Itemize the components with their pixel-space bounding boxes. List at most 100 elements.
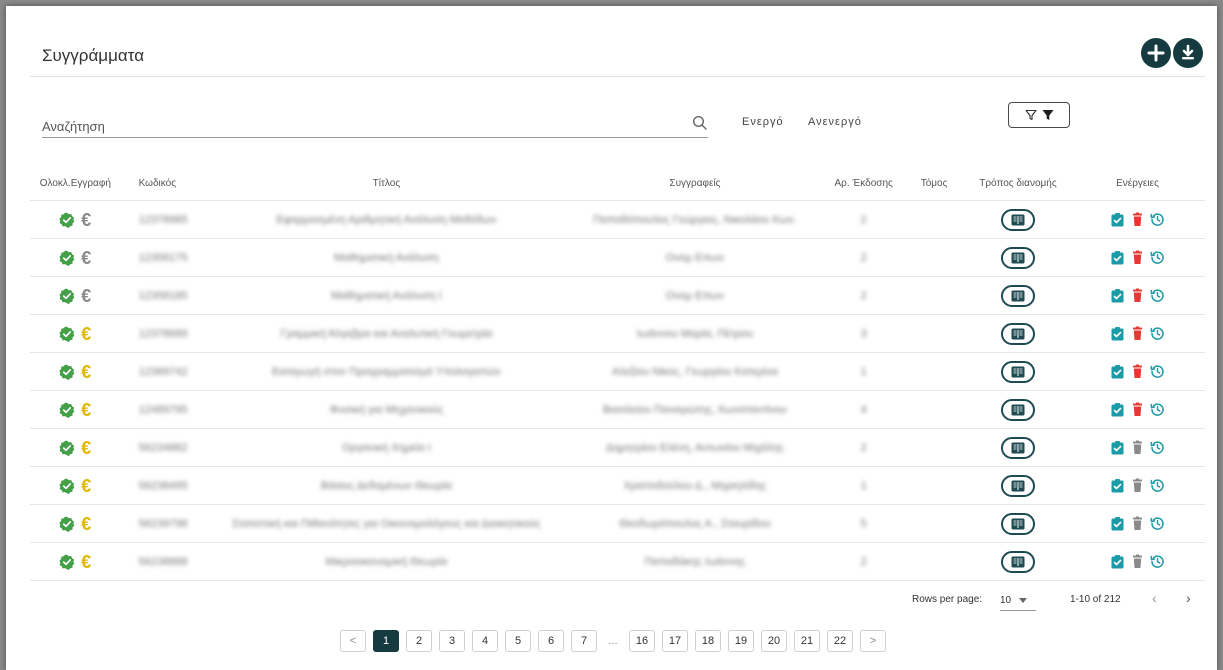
plus-circle-icon bbox=[1147, 44, 1165, 62]
complete-registration-cell: € bbox=[30, 287, 121, 305]
delete-icon[interactable] bbox=[1130, 212, 1145, 227]
distribution-book-button[interactable] bbox=[1000, 512, 1035, 535]
history-icon[interactable] bbox=[1150, 402, 1165, 417]
approve-clipboard-icon[interactable] bbox=[1110, 554, 1125, 569]
filter-button[interactable] bbox=[1008, 102, 1070, 128]
approve-clipboard-icon[interactable] bbox=[1110, 364, 1125, 379]
pager-prev-button[interactable]: < bbox=[340, 630, 366, 652]
page-button[interactable]: 3 bbox=[439, 630, 465, 652]
authors-cell: Ονομ Επων bbox=[665, 251, 725, 264]
delete-icon[interactable] bbox=[1130, 554, 1145, 569]
distribution-cell bbox=[966, 246, 1070, 269]
col-header-code[interactable]: Κωδικός bbox=[121, 178, 208, 189]
distribution-cell bbox=[966, 360, 1070, 383]
add-button[interactable] bbox=[1141, 38, 1171, 68]
chevron-right-icon[interactable]: › bbox=[1186, 590, 1191, 606]
delete-icon[interactable] bbox=[1130, 402, 1145, 417]
title-cell: Μαθηματική Ανάλυση bbox=[334, 251, 439, 264]
pager-next-button[interactable]: > bbox=[860, 630, 886, 652]
page-button[interactable]: 1 bbox=[373, 630, 399, 652]
history-icon[interactable] bbox=[1150, 516, 1165, 531]
authors-cell: Ονομ Επων bbox=[665, 289, 725, 302]
page-button[interactable]: 7 bbox=[571, 630, 597, 652]
title-cell: Μαθηματική Ανάλυση Ι bbox=[331, 289, 442, 302]
euro-icon: € bbox=[81, 209, 92, 230]
col-header-complete[interactable]: Ολοκλ.Εγγραφή bbox=[30, 178, 121, 189]
approve-clipboard-icon[interactable] bbox=[1110, 288, 1125, 303]
page-button[interactable]: 21 bbox=[794, 630, 820, 652]
distribution-book-button[interactable] bbox=[1000, 322, 1035, 345]
delete-icon[interactable] bbox=[1130, 516, 1145, 531]
approve-clipboard-icon[interactable] bbox=[1110, 212, 1125, 227]
search-input[interactable] bbox=[42, 109, 662, 139]
distribution-cell bbox=[966, 474, 1070, 497]
delete-icon[interactable] bbox=[1130, 440, 1145, 455]
col-header-volume[interactable]: Τόμος bbox=[902, 178, 966, 189]
distribution-book-button[interactable] bbox=[1000, 246, 1035, 269]
edition-cell: 2 bbox=[860, 213, 867, 226]
page-button[interactable]: 22 bbox=[827, 630, 853, 652]
history-icon[interactable] bbox=[1150, 326, 1165, 341]
search-box bbox=[42, 109, 708, 139]
books-table: Ολοκλ.Εγγραφή Κωδικός Τίτλος Συγγραφείς … bbox=[30, 166, 1205, 581]
distribution-book-button[interactable] bbox=[1000, 284, 1035, 307]
table-header: Ολοκλ.Εγγραφή Κωδικός Τίτλος Συγγραφείς … bbox=[30, 166, 1205, 201]
euro-icon: € bbox=[81, 551, 92, 572]
delete-icon[interactable] bbox=[1130, 288, 1145, 303]
distribution-book-button[interactable] bbox=[1000, 436, 1035, 459]
title-divider bbox=[30, 76, 1205, 77]
delete-icon[interactable] bbox=[1130, 478, 1145, 493]
download-button[interactable] bbox=[1173, 38, 1203, 68]
approve-clipboard-icon[interactable] bbox=[1110, 516, 1125, 531]
distribution-book-button[interactable] bbox=[1000, 398, 1035, 421]
page-button[interactable]: 4 bbox=[472, 630, 498, 652]
rows-per-page-select[interactable]: 10 bbox=[1000, 590, 1036, 611]
approve-clipboard-icon[interactable] bbox=[1110, 250, 1125, 265]
page-button[interactable]: 17 bbox=[662, 630, 688, 652]
euro-icon: € bbox=[81, 475, 92, 496]
approve-clipboard-icon[interactable] bbox=[1110, 478, 1125, 493]
page-button[interactable]: 6 bbox=[538, 630, 564, 652]
euro-icon: € bbox=[81, 437, 92, 458]
col-header-edition[interactable]: Αρ. Έκδοσης bbox=[825, 178, 902, 189]
approve-clipboard-icon[interactable] bbox=[1110, 326, 1125, 341]
page-button[interactable]: 20 bbox=[761, 630, 787, 652]
history-icon[interactable] bbox=[1150, 364, 1165, 379]
book-icon bbox=[1011, 366, 1025, 378]
col-header-title[interactable]: Τίτλος bbox=[208, 178, 565, 189]
page-button[interactable]: 18 bbox=[695, 630, 721, 652]
distribution-book-button[interactable] bbox=[1000, 208, 1035, 231]
page-button[interactable]: 5 bbox=[505, 630, 531, 652]
col-header-distribution[interactable]: Τρόπος διανομής bbox=[966, 178, 1070, 189]
history-icon[interactable] bbox=[1150, 250, 1165, 265]
search-icon[interactable] bbox=[692, 115, 708, 131]
chevron-left-icon[interactable]: ‹ bbox=[1152, 590, 1157, 606]
euro-icon: € bbox=[81, 513, 92, 534]
actions-cell bbox=[1070, 478, 1205, 493]
delete-icon[interactable] bbox=[1130, 364, 1145, 379]
col-header-authors[interactable]: Συγγραφείς bbox=[565, 178, 825, 189]
title-cell: Εισαγωγή στον Προγραμματισμό Υπολογιστών bbox=[271, 365, 501, 378]
page-button[interactable]: 2 bbox=[406, 630, 432, 652]
distribution-book-button[interactable] bbox=[1000, 360, 1035, 383]
verified-check-icon bbox=[59, 516, 75, 532]
delete-icon[interactable] bbox=[1130, 250, 1145, 265]
actions-cell bbox=[1070, 440, 1205, 455]
distribution-book-button[interactable] bbox=[1000, 474, 1035, 497]
page-button[interactable]: 16 bbox=[629, 630, 655, 652]
delete-icon[interactable] bbox=[1130, 326, 1145, 341]
verified-check-icon bbox=[59, 478, 75, 494]
filter-active-link[interactable]: Ενεργό bbox=[742, 116, 784, 128]
history-icon[interactable] bbox=[1150, 440, 1165, 455]
distribution-book-button[interactable] bbox=[1000, 550, 1035, 573]
history-icon[interactable] bbox=[1150, 478, 1165, 493]
page-button[interactable]: 19 bbox=[728, 630, 754, 652]
actions-cell bbox=[1070, 364, 1205, 379]
history-icon[interactable] bbox=[1150, 212, 1165, 227]
approve-clipboard-icon[interactable] bbox=[1110, 402, 1125, 417]
approve-clipboard-icon[interactable] bbox=[1110, 440, 1125, 455]
edition-cell: 1 bbox=[860, 365, 867, 378]
history-icon[interactable] bbox=[1150, 288, 1165, 303]
filter-inactive-link[interactable]: Ανενεργό bbox=[808, 116, 862, 128]
history-icon[interactable] bbox=[1150, 554, 1165, 569]
